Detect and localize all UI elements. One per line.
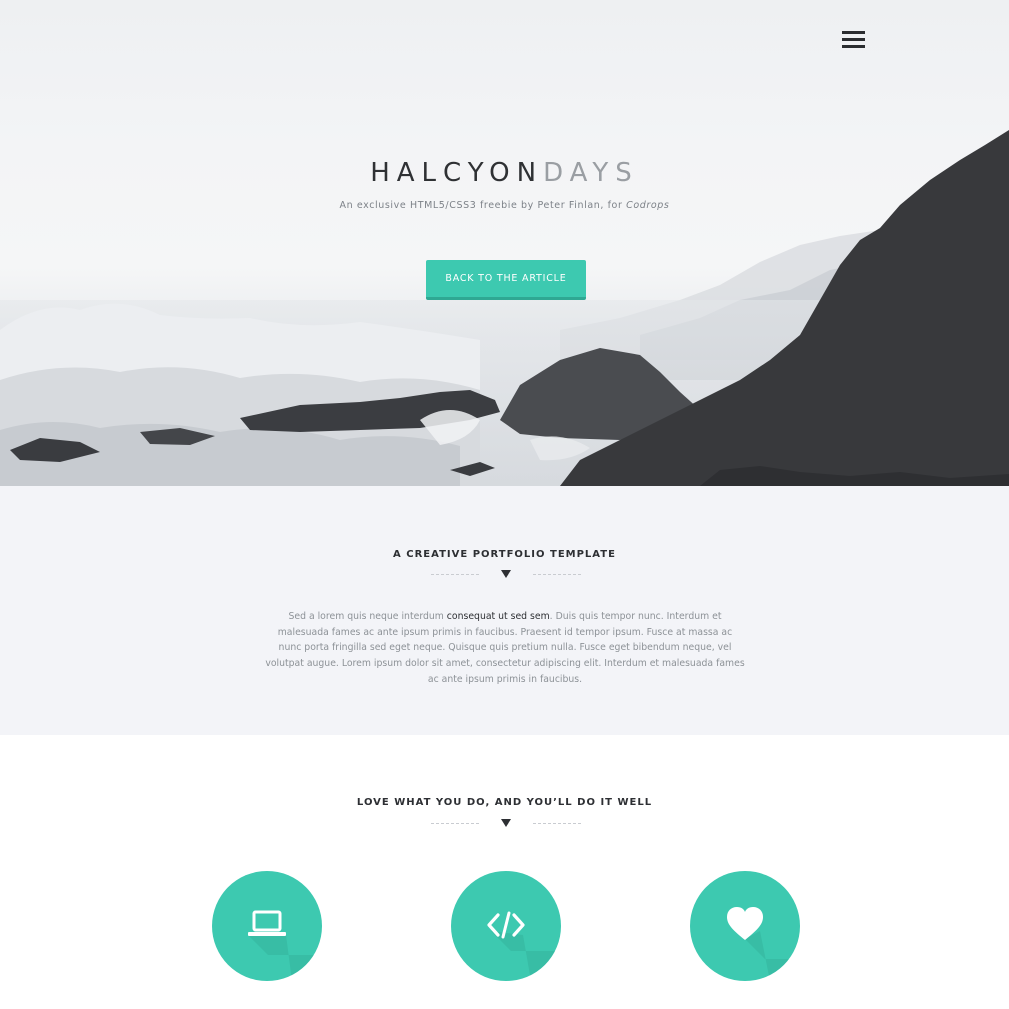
heart-icon xyxy=(727,907,800,981)
hamburger-menu-icon[interactable] xyxy=(842,31,865,49)
tagline-text: An exclusive HTML5/CSS3 freebie by Peter… xyxy=(339,200,623,211)
intro-section: A CREATIVE PORTFOLIO TEMPLATE Sed a lore… xyxy=(0,486,1009,735)
laptop-icon xyxy=(248,910,322,981)
menu-bar xyxy=(842,31,865,34)
site-title: HALCYONDAYS xyxy=(0,158,1009,188)
hero-section: HALCYONDAYS An exclusive HTML5/CSS3 free… xyxy=(0,0,1009,486)
chevron-down-icon xyxy=(501,819,511,827)
divider-dash-right xyxy=(533,823,581,824)
section-divider xyxy=(431,819,581,829)
divider-dash-right xyxy=(533,574,581,575)
site-title-part-1: HALCYON xyxy=(370,158,544,188)
intro-heading: A CREATIVE PORTFOLIO TEMPLATE xyxy=(393,549,616,560)
features-heading: LOVE WHAT YOU DO, AND YOU’LL DO IT WELL xyxy=(356,797,653,808)
intro-text-rest: . Duis quis tempor nunc. Interdum et mal… xyxy=(265,611,745,685)
intro-text-start: Sed a lorem quis neque interdum xyxy=(288,611,447,622)
section-divider xyxy=(431,570,581,580)
site-tagline: An exclusive HTML5/CSS3 freebie by Peter… xyxy=(0,200,1009,211)
divider-dash-left xyxy=(431,823,479,824)
tagline-source-link[interactable]: Codrops xyxy=(626,200,669,211)
features-section: LOVE WHAT YOU DO, AND YOU’LL DO IT WELL xyxy=(0,735,1009,1009)
site-title-part-2: DAYS xyxy=(543,158,639,188)
back-to-article-button[interactable]: BACK TO THE ARTICLE xyxy=(426,260,586,300)
divider-dash-left xyxy=(431,574,479,575)
chevron-down-icon xyxy=(501,570,511,578)
menu-bar xyxy=(842,38,865,41)
code-icon xyxy=(487,911,561,981)
feature-laptop-circle[interactable] xyxy=(212,871,322,981)
hero-background-image xyxy=(0,130,1009,486)
menu-bar xyxy=(842,45,865,48)
intro-paragraph: Sed a lorem quis neque interdum consequa… xyxy=(265,609,745,688)
intro-text-highlight: consequat ut sed sem xyxy=(446,611,550,622)
feature-code-circle[interactable] xyxy=(451,871,561,981)
feature-heart-circle[interactable] xyxy=(690,871,800,981)
